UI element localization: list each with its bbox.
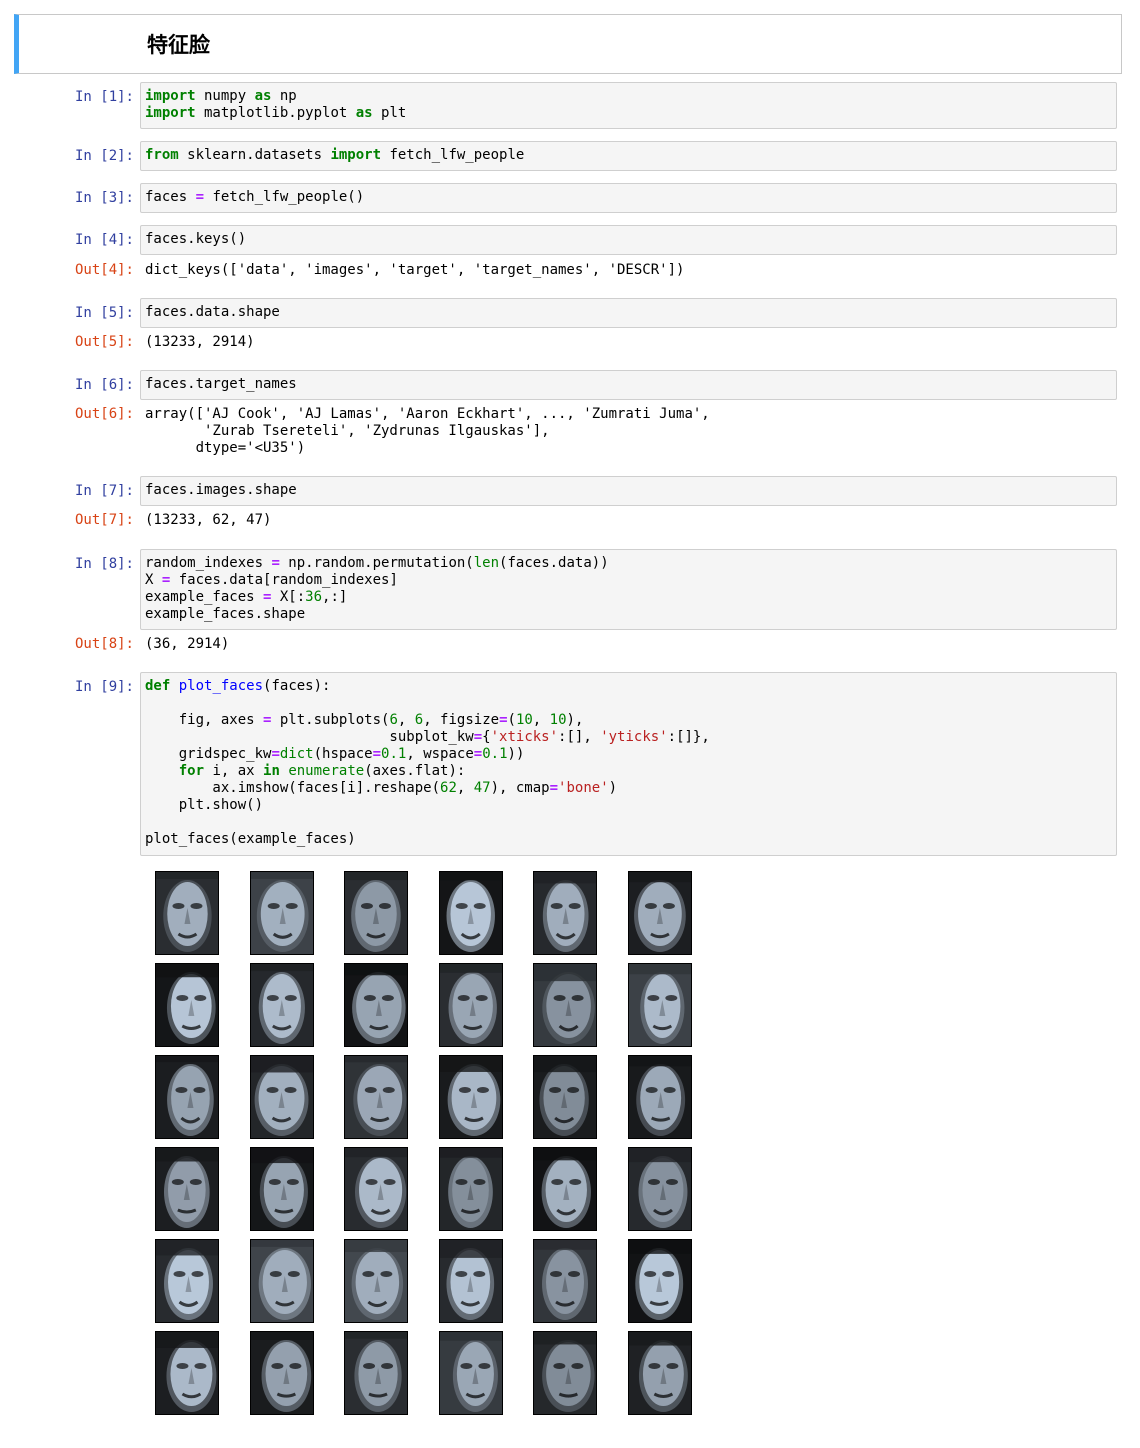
face-image <box>344 963 408 1047</box>
face-image <box>533 1239 597 1323</box>
markdown-cell-heading[interactable]: 特征脸 <box>14 14 1122 74</box>
face-image <box>627 1147 692 1231</box>
face-image <box>344 1147 408 1231</box>
code-cell-9[interactable]: def plot_faces(faces): fig, axes = plt.s… <box>140 672 1117 856</box>
face-image <box>344 1055 408 1139</box>
face-image <box>155 1239 219 1323</box>
code-line: for i, ax in enumerate(axes.flat): <box>178 763 466 779</box>
code-cell-7[interactable]: faces.images.shape <box>140 476 1117 506</box>
code-line: random_indexes = np.random.permutation(l… <box>145 555 609 571</box>
output-line: dict_keys(['data', 'images', 'target', '… <box>145 262 685 278</box>
face-image <box>249 1055 314 1139</box>
face-image <box>155 1055 219 1139</box>
face-image <box>438 1331 503 1415</box>
output-line: array(['AJ Cook', 'AJ Lamas', 'Aaron Eck… <box>145 406 710 422</box>
code-line: faces.keys() <box>145 231 247 247</box>
face-image <box>249 1331 314 1415</box>
face-image <box>533 1147 597 1231</box>
face-image <box>155 871 219 955</box>
output-line: 'Zurab Tsereteli', 'Zydrunas Ilgauskas']… <box>145 423 550 439</box>
face-image <box>438 1055 503 1139</box>
in-prompt-8: In [8]: <box>74 556 134 572</box>
code-line: fig, axes = plt.subplots(6, 6, figsize=(… <box>145 712 584 728</box>
face-image <box>344 1239 408 1323</box>
code-line: example_faces = X[:36,:] <box>145 589 348 605</box>
face-image <box>155 1147 219 1231</box>
code-cell-5[interactable]: faces.data.shape <box>140 298 1117 328</box>
in-prompt-2: In [2]: <box>74 148 134 164</box>
code-line: import numpy as np <box>145 88 297 104</box>
output-4: dict_keys(['data', 'images', 'target', '… <box>145 262 684 279</box>
code-line: plt.show() <box>145 797 264 813</box>
face-image <box>533 871 597 955</box>
code-cell-6[interactable]: faces.target_names <box>140 370 1117 400</box>
face-image <box>249 871 314 955</box>
face-image <box>438 1147 503 1231</box>
face-image <box>627 1331 692 1415</box>
out-prompt-7: Out[7]: <box>74 512 134 528</box>
code-line: faces = fetch_lfw_people() <box>145 189 365 205</box>
code-line: from sklearn.datasets import fetch_lfw_p… <box>145 147 525 163</box>
notebook-heading: 特征脸 <box>147 33 210 57</box>
code-cell-8[interactable]: random_indexes = np.random.permutation(l… <box>140 549 1117 630</box>
face-image <box>249 963 314 1047</box>
out-prompt-8: Out[8]: <box>74 636 134 652</box>
code-line: X = faces.data[random_indexes] <box>145 572 398 588</box>
code-line: plot_faces(example_faces) <box>145 831 356 847</box>
out-prompt-5: Out[5]: <box>74 334 134 350</box>
code-line: example_faces.shape <box>145 606 306 622</box>
code-cell-1[interactable]: import numpy as np import matplotlib.pypl… <box>140 82 1117 129</box>
code-line: gridspec_kw=dict(hspace=0.1, wspace=0.1)… <box>145 746 525 762</box>
in-prompt-4: In [4]: <box>74 232 134 248</box>
output-line: (13233, 2914) <box>145 334 255 350</box>
face-image <box>155 963 219 1047</box>
code-line: subplot_kw={'xticks':[], 'yticks':[]}, <box>145 729 710 745</box>
output-line: (36, 2914) <box>145 636 230 652</box>
output-8: (36, 2914) <box>145 636 229 653</box>
in-prompt-5: In [5]: <box>74 305 134 321</box>
code-cell-3[interactable]: faces = fetch_lfw_people() <box>140 183 1117 213</box>
out-prompt-6: Out[6]: <box>74 406 134 422</box>
face-image <box>249 1239 314 1323</box>
face-image <box>627 963 692 1047</box>
code-line: def plot_faces(faces): <box>145 678 331 694</box>
face-image <box>627 1239 692 1323</box>
face-image <box>533 1331 597 1415</box>
output-line: dtype='<U35') <box>145 440 306 456</box>
in-prompt-6: In [6]: <box>74 377 134 393</box>
face-image <box>627 1055 692 1139</box>
face-image <box>533 963 597 1047</box>
in-prompt-1: In [1]: <box>74 89 134 105</box>
output-6: array(['AJ Cook', 'AJ Lamas', 'Aaron Eck… <box>145 406 710 457</box>
face-image <box>438 1239 503 1323</box>
face-image <box>438 871 503 955</box>
face-image <box>344 1331 408 1415</box>
code-line: ax.imshow(faces[i].reshape(62, 47), cmap… <box>145 780 618 796</box>
face-image <box>249 1147 314 1231</box>
output-line: (13233, 62, 47) <box>145 512 272 528</box>
code-cell-4[interactable]: faces.keys() <box>140 225 1117 255</box>
out-prompt-4: Out[4]: <box>74 262 134 278</box>
face-image <box>533 1055 597 1139</box>
code-line: faces.images.shape <box>145 482 297 498</box>
faces-figure-grid <box>155 871 695 1417</box>
code-line: faces.target_names <box>145 376 297 392</box>
output-7: (13233, 62, 47) <box>145 512 271 529</box>
code-cell-2[interactable]: from sklearn.datasets import fetch_lfw_p… <box>140 141 1117 171</box>
code-line: faces.data.shape <box>145 304 280 320</box>
in-prompt-9: In [9]: <box>74 679 134 695</box>
face-image <box>438 963 503 1047</box>
face-image <box>344 871 408 955</box>
face-image <box>155 1331 219 1415</box>
output-5: (13233, 2914) <box>145 334 255 351</box>
in-prompt-3: In [3]: <box>74 190 134 206</box>
face-image <box>627 871 692 955</box>
in-prompt-7: In [7]: <box>74 483 134 499</box>
code-line: import matplotlib.pyplot as plt <box>145 105 407 121</box>
